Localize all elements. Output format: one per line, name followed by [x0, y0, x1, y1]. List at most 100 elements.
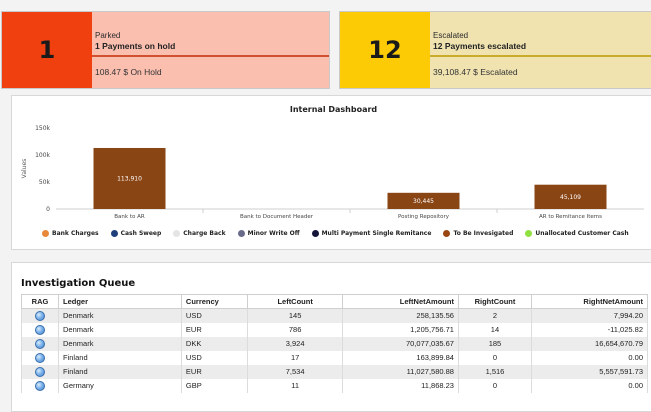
cell-ledger: Denmark: [58, 322, 182, 337]
bar-chart: Values 0 50k 100k 150k Bank to AR 113,910 Bank …: [21, 125, 644, 220]
table-row[interactable]: Finland EUR 7,534 11,027,580.88 1,516 5,557,5…: [20, 364, 649, 379]
rag-cell: [20, 322, 60, 337]
table-row[interactable]: Germany GBP 11 11,868.23 0 0.00: [20, 378, 649, 393]
legend-swatch: [525, 230, 533, 237]
cell-rightcount: 14: [457, 322, 532, 337]
cell-currency: USD: [180, 350, 248, 365]
cell-leftnetamount: 258,135.56: [342, 308, 459, 323]
table-row[interactable]: Denmark EUR 786 1,205,756.71 14 -11,025.82: [20, 322, 649, 337]
table-row[interactable]: Denmark DKK 3,924 70,077,035.67 185 16,654,67…: [20, 336, 649, 351]
y-tick-label: 0: [46, 206, 50, 213]
escalated-headline: 12 Payments escalated: [433, 41, 527, 51]
y-axis-label: Values: [21, 159, 28, 179]
table-row[interactable]: Denmark USD 145 258,135.56 2 7,994.20: [20, 308, 649, 323]
legend-label: Charge Back: [183, 230, 226, 237]
legend-item[interactable]: To Be Invesigated: [443, 230, 513, 237]
parked-headline: 1 Payments on hold: [95, 41, 176, 51]
cell-rightcount: 1,516: [457, 364, 532, 379]
legend-label: Cash Sweep: [120, 230, 162, 237]
cell-ledger: Denmark: [58, 308, 182, 323]
rag-cell: [20, 336, 60, 351]
cell-leftnetamount: 163,899.84: [342, 350, 459, 365]
queue-title: Investigation Queue: [21, 278, 136, 289]
y-tick-label: 100k: [35, 152, 50, 159]
escalated-divider: [430, 55, 651, 57]
legend-swatch: [110, 230, 118, 237]
cell-ledger: Germany: [58, 378, 182, 393]
rag-cell: [20, 350, 60, 365]
cell-leftcount: 145: [246, 308, 344, 323]
legend-label: Minor Write Off: [247, 230, 300, 237]
escalated-count: 12: [340, 12, 430, 88]
legend-label: Bank Charges: [52, 230, 99, 237]
investigation-queue-panel: Investigation Queue RAG Ledger Currency Lef…: [11, 262, 651, 412]
column-header-leftcount[interactable]: LeftCount: [246, 294, 344, 309]
bar-data-label: 45,109: [560, 194, 581, 201]
parked-info: Parked 1 Payments on hold 108.47 $ On Ho…: [92, 12, 329, 88]
cell-rightcount: 2: [457, 308, 532, 323]
table-row[interactable]: Finland USD 17 163,899.84 0 0.00: [20, 350, 649, 365]
legend-label: Multi Payment Single Remitance: [321, 230, 432, 237]
parked-count: 1: [2, 12, 92, 88]
legend-swatch: [237, 230, 245, 237]
cell-leftcount: 7,534: [246, 364, 344, 379]
rag-status-icon: [35, 380, 45, 391]
legend-item[interactable]: Minor Write Off: [237, 230, 300, 237]
rag-status-icon: [35, 338, 45, 349]
cell-rightcount: 0: [457, 350, 532, 365]
column-header-rightcount[interactable]: RightCount: [457, 294, 532, 309]
cell-currency: USD: [180, 308, 248, 323]
y-tick-label: 50k: [39, 179, 51, 186]
legend-item[interactable]: Charge Back: [173, 230, 226, 237]
legend-item[interactable]: Unallocated Customer Cash: [525, 230, 629, 237]
legend-item[interactable]: Multi Payment Single Remitance: [311, 230, 432, 237]
column-header-rightnetamount[interactable]: RightNetAmount: [530, 294, 649, 309]
x-tick-label: Bank to AR: [114, 214, 145, 220]
investigation-queue-table: RAG Ledger Currency LeftCount LeftNetAmount R…: [20, 294, 649, 393]
table-header-row: RAG Ledger Currency LeftCount LeftNetAmount R…: [20, 294, 649, 309]
cell-leftcount: 786: [246, 322, 344, 337]
escalated-amount: 39,108.47 $ Escalated: [433, 67, 518, 77]
cell-rightnetamount: 7,994.20: [530, 308, 649, 323]
x-tick-label: AR to Remitance Items: [539, 214, 602, 220]
parked-amount: 108.47 $ On Hold: [95, 67, 162, 77]
cell-ledger: Denmark: [58, 336, 182, 351]
cell-currency: DKK: [180, 336, 248, 351]
column-header-ledger[interactable]: Ledger: [58, 294, 182, 309]
column-header-rag[interactable]: RAG: [20, 294, 60, 309]
bar-data-label: 30,445: [413, 198, 434, 205]
escalated-kpi-tile[interactable]: 12 Escalated 12 Payments escalated 39,10…: [339, 11, 651, 89]
cell-rightnetamount: 16,654,670.79: [530, 336, 649, 351]
rag-status-icon: [35, 324, 45, 335]
bar-data-label: 113,910: [117, 175, 142, 182]
column-header-leftnetamount[interactable]: LeftNetAmount: [342, 294, 459, 309]
internal-dashboard-panel: Internal Dashboard Values 0 50k 100k 150k Ban…: [11, 95, 651, 250]
cell-ledger: Finland: [58, 350, 182, 365]
cell-currency: GBP: [180, 378, 248, 393]
rag-cell: [20, 364, 60, 379]
legend-swatch: [443, 230, 451, 237]
legend-item[interactable]: Cash Sweep: [110, 230, 162, 237]
cell-leftnetamount: 11,868.23: [342, 378, 459, 393]
rag-cell: [20, 308, 60, 323]
cell-rightcount: 185: [457, 336, 532, 351]
parked-kpi-tile[interactable]: 1 Parked 1 Payments on hold 108.47 $ On …: [1, 11, 330, 89]
escalated-status-label: Escalated: [433, 31, 469, 40]
legend-swatch: [42, 230, 49, 237]
legend-swatch: [311, 230, 319, 237]
x-tick-label: Posting Repository: [398, 214, 450, 220]
rag-status-icon: [35, 310, 45, 321]
cell-currency: EUR: [180, 364, 248, 379]
cell-ledger: Finland: [58, 364, 182, 379]
legend-label: To Be Invesigated: [453, 230, 514, 237]
cell-rightnetamount: 0.00: [530, 378, 649, 393]
cell-currency: EUR: [180, 322, 248, 337]
cell-rightnetamount: 0.00: [530, 350, 649, 365]
cell-leftnetamount: 11,027,580.88: [342, 364, 459, 379]
x-tick-label: Bank to Document Header: [240, 214, 314, 220]
legend-item[interactable]: Bank Charges: [42, 230, 99, 237]
cell-rightnetamount: -11,025.82: [530, 322, 649, 337]
cell-rightcount: 0: [457, 378, 532, 393]
column-header-currency[interactable]: Currency: [180, 294, 248, 309]
chart-legend: Bank Charges Cash Sweep Charge Back Minor W…: [42, 230, 629, 237]
